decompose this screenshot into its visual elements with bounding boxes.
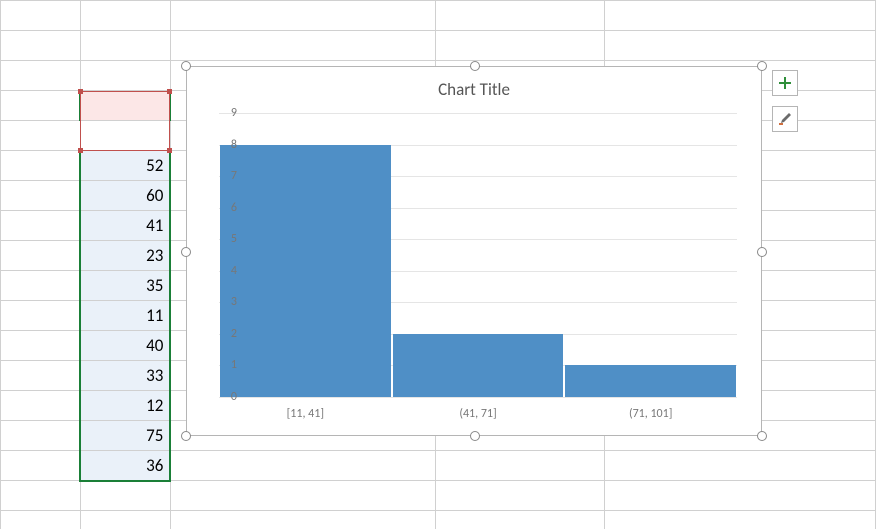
- brush-icon: [777, 111, 793, 127]
- histogram-bar[interactable]: [393, 334, 564, 397]
- y-tick-label: 4: [209, 264, 237, 278]
- cell-value: 60: [146, 185, 163, 206]
- cell-value: 52: [146, 155, 163, 176]
- y-tick-label: 0: [209, 390, 237, 404]
- data-cell[interactable]: 40: [80, 331, 170, 361]
- y-tick-label: 3: [209, 295, 237, 309]
- resize-handle-e[interactable]: [757, 247, 767, 257]
- histogram-bar[interactable]: [220, 145, 391, 397]
- chart-styles-button[interactable]: [772, 106, 798, 132]
- y-tick-label: 2: [209, 327, 237, 341]
- chart-object[interactable]: Chart Title 0 1 2 3 4 5 6 7 8 9 [11, 41] (41, 71] (7…: [186, 66, 762, 436]
- data-cell[interactable]: 11: [80, 301, 170, 331]
- gridline: [219, 113, 737, 114]
- x-tick-label: (71, 101]: [629, 407, 672, 421]
- resize-handle-ne[interactable]: [757, 61, 767, 71]
- gridline: [219, 397, 737, 398]
- data-cell[interactable]: 75: [80, 421, 170, 451]
- cell-value: 12: [146, 395, 163, 416]
- resize-handle-n[interactable]: [470, 61, 480, 71]
- chart-plot-area[interactable]: [219, 113, 737, 397]
- data-cell[interactable]: 52: [80, 151, 170, 181]
- cell-value: 36: [146, 455, 163, 476]
- cell-value: 40: [146, 335, 163, 356]
- data-cell[interactable]: 33: [80, 361, 170, 391]
- resize-handle-se[interactable]: [757, 431, 767, 441]
- data-cell[interactable]: 60: [80, 181, 170, 211]
- resize-handle-w[interactable]: [181, 247, 191, 257]
- histogram-bar[interactable]: [565, 365, 736, 397]
- y-tick-label: 9: [209, 106, 237, 120]
- data-cell[interactable]: 35: [80, 271, 170, 301]
- y-tick-label: 6: [209, 201, 237, 215]
- cell-value: 41: [146, 215, 163, 236]
- cell-value: 11: [146, 305, 163, 326]
- anchor-outline: [80, 91, 170, 151]
- resize-handle-s[interactable]: [470, 431, 480, 441]
- x-tick-label: [11, 41]: [287, 407, 324, 421]
- x-tick-label: (41, 71]: [459, 407, 496, 421]
- resize-handle-nw[interactable]: [181, 61, 191, 71]
- data-cell[interactable]: 23: [80, 241, 170, 271]
- cell-value: 23: [146, 245, 163, 266]
- y-tick-label: 5: [209, 232, 237, 246]
- cell-value: 35: [146, 275, 163, 296]
- y-tick-label: 1: [209, 358, 237, 372]
- data-cell[interactable]: 41: [80, 211, 170, 241]
- plus-icon: [778, 76, 792, 90]
- cell-value: 33: [146, 365, 163, 386]
- resize-handle-sw[interactable]: [181, 431, 191, 441]
- chart-title[interactable]: Chart Title: [187, 79, 761, 100]
- y-tick-label: 8: [209, 138, 237, 152]
- cell-value: 75: [146, 425, 163, 446]
- data-cell[interactable]: 12: [80, 391, 170, 421]
- chart-elements-button[interactable]: [772, 70, 798, 96]
- y-tick-label: 7: [209, 169, 237, 183]
- data-cell[interactable]: 36: [80, 451, 170, 481]
